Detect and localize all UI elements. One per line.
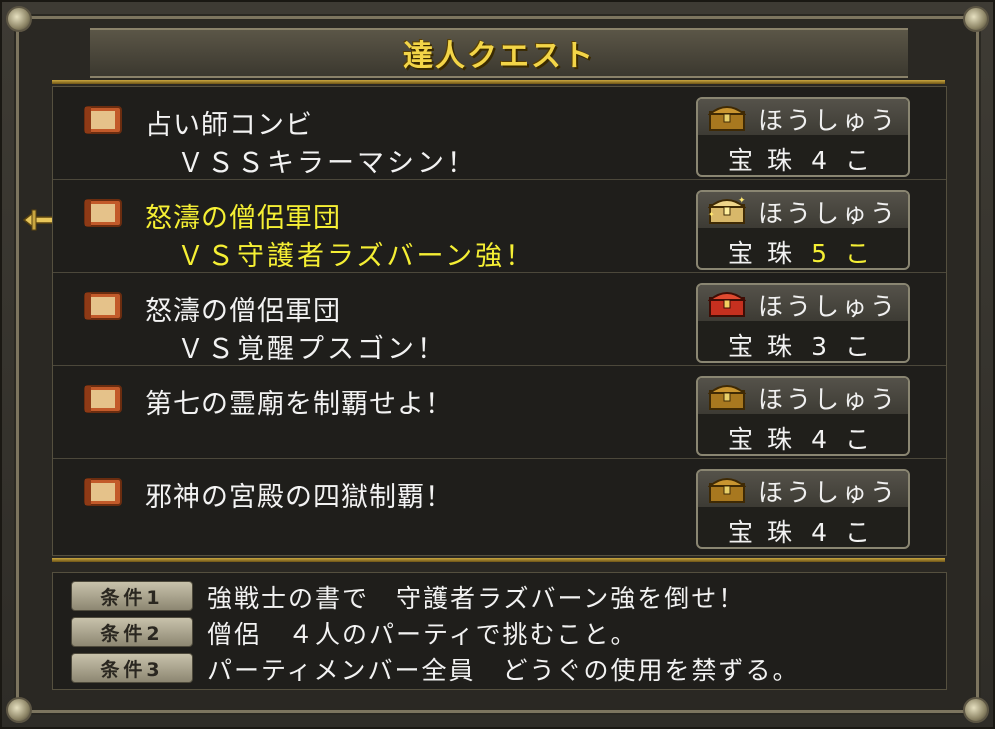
corner-ornament-icon <box>963 697 989 723</box>
condition-text: 強戦士の書で 守護者ラズバーン強を倒せ！ <box>207 584 746 613</box>
svg-text:✦: ✦ <box>708 210 715 219</box>
sparkle-chest-icon: ✦ ✦ <box>708 196 746 224</box>
quest-book-icon <box>84 292 122 320</box>
divider <box>52 558 945 562</box>
quest-book-icon <box>84 199 122 227</box>
quest-name-line1: 第七の霊廟を制覇せよ！ <box>145 389 453 420</box>
reward-quantity: 4こ <box>811 146 888 175</box>
quest-row[interactable]: 怒濤の僧侶軍団 ＶＳ覚醒プスゴン！ ほうしゅう 宝珠 3こ <box>53 273 946 366</box>
reward-item: 宝珠 <box>728 518 807 547</box>
quest-row[interactable]: 第七の霊廟を制覇せよ！ ほうしゅう 宝珠 4こ <box>53 366 946 459</box>
reward-label: ほうしゅう <box>758 106 899 135</box>
quest-book-icon <box>84 106 122 134</box>
reward-label: ほうしゅう <box>758 199 899 228</box>
reward-item: 宝珠 <box>728 239 807 268</box>
quest-name-line2: ＶＳ覚醒プスゴン！ <box>177 334 447 365</box>
condition-badge: 条件3 <box>71 653 193 683</box>
gold-chest-icon <box>708 106 746 131</box>
quest-name-line1: 邪神の宮殿の四獄制覇！ <box>145 482 453 513</box>
quest-book-icon <box>84 385 122 413</box>
reward-box: ほうしゅう 宝珠 4こ <box>696 376 910 456</box>
quest-book-icon <box>84 478 122 506</box>
condition-text: パーティメンバー全員 どうぐの使用を禁ずる。 <box>207 656 800 685</box>
reward-item: 宝珠 <box>728 146 807 175</box>
dialog-frame: 達人クエスト 占い師コンビ ＶＳＳキラーマシン！ ほうしゅう 宝珠 4こ 怒濤の… <box>0 0 995 729</box>
reward-quantity: 5こ <box>811 239 888 268</box>
condition-badge: 条件2 <box>71 617 193 647</box>
reward-box: ✦ ✦ ほうしゅう 宝珠 5こ <box>696 190 910 270</box>
quest-list: 占い師コンビ ＶＳＳキラーマシン！ ほうしゅう 宝珠 4こ 怒濤の僧侶軍団 ＶＳ… <box>52 86 947 556</box>
reward-box: ほうしゅう 宝珠 3こ <box>696 283 910 363</box>
svg-text:✦: ✦ <box>738 196 746 206</box>
conditions-panel: 条件1 強戦士の書で 守護者ラズバーン強を倒せ！ 条件2 僧侶 ４人のパーティで… <box>52 572 947 690</box>
gold-chest-icon <box>708 385 746 410</box>
divider <box>52 80 945 84</box>
red-chest-icon <box>708 292 746 317</box>
quest-name-line1: 怒濤の僧侶軍団 <box>145 296 341 327</box>
reward-label: ほうしゅう <box>758 478 899 507</box>
condition-badge: 条件1 <box>71 581 193 611</box>
reward-item: 宝珠 <box>728 332 807 361</box>
quest-row[interactable]: 占い師コンビ ＶＳＳキラーマシン！ ほうしゅう 宝珠 4こ <box>53 87 946 180</box>
title-bar: 達人クエスト <box>90 28 908 78</box>
gold-chest-icon <box>708 478 746 503</box>
reward-box: ほうしゅう 宝珠 4こ <box>696 97 910 177</box>
corner-ornament-icon <box>6 6 32 32</box>
quest-row-selected[interactable]: 怒濤の僧侶軍団 ＶＳ守護者ラズバーン強！ ✦ ✦ ほうしゅう 宝珠 5こ <box>53 180 946 273</box>
quest-name-line1: 怒濤の僧侶軍団 <box>145 203 341 234</box>
quest-name-line2: ＶＳＳキラーマシン！ <box>177 148 477 179</box>
reward-label: ほうしゅう <box>758 292 899 321</box>
reward-item: 宝珠 <box>728 425 807 454</box>
reward-quantity: 3こ <box>811 332 888 361</box>
page-title: 達人クエスト <box>403 39 595 74</box>
reward-quantity: 4こ <box>811 425 888 454</box>
quest-name-line1: 占い師コンビ <box>145 110 313 141</box>
reward-label: ほうしゅう <box>758 385 899 414</box>
condition-text: 僧侶 ４人のパーティで挑むこと。 <box>207 620 638 649</box>
corner-ornament-icon <box>963 6 989 32</box>
reward-quantity: 4こ <box>811 518 888 547</box>
reward-box: ほうしゅう 宝珠 4こ <box>696 469 910 549</box>
corner-ornament-icon <box>6 697 32 723</box>
quest-name-line2: ＶＳ守護者ラズバーン強！ <box>177 241 536 272</box>
quest-row[interactable]: 邪神の宮殿の四獄制覇！ ほうしゅう 宝珠 4こ <box>53 459 946 552</box>
